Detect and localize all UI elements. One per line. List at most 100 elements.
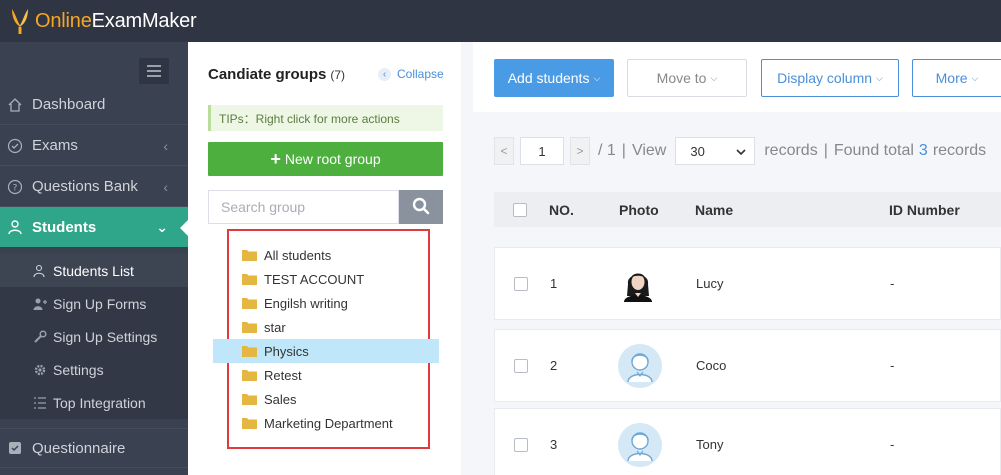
row-checkbox[interactable] (514, 276, 528, 291)
active-indicator (180, 220, 188, 236)
row-no: 1 (550, 276, 558, 291)
sidebar-item-dashboard[interactable]: Dashboard (0, 85, 188, 125)
table-row[interactable]: 1 Lucy - (494, 247, 1001, 320)
move-to-button[interactable]: Move to ⌵ (627, 59, 747, 97)
question-circle-icon: ? (5, 179, 25, 195)
display-column-button[interactable]: Display column ⌵ (761, 59, 899, 97)
search-button[interactable] (399, 190, 443, 224)
student-photo (620, 265, 656, 302)
group-item-label: TEST ACCOUNT (264, 271, 365, 287)
chevron-down-icon (736, 144, 746, 159)
prev-page-button[interactable]: < (494, 137, 514, 165)
group-item-label: Sales (264, 391, 297, 407)
folder-icon (242, 321, 257, 333)
found-total-prefix: Found total (833, 142, 914, 159)
menu-toggle-button[interactable] (139, 58, 169, 84)
default-avatar-icon (618, 422, 662, 467)
total-pages: / 1 (598, 142, 616, 159)
sidebar-subitem-sign-up-forms[interactable]: Sign Up Forms (0, 287, 188, 320)
sidebar-item-label: Dashboard (32, 96, 106, 113)
group-item-label: Retest (264, 367, 302, 383)
student-name: Lucy (696, 276, 724, 291)
search-group-input[interactable] (208, 190, 399, 224)
group-item-all-students[interactable]: All students (213, 243, 439, 267)
svg-text:?: ? (13, 183, 18, 193)
more-label: More (935, 70, 968, 86)
view-label: View (631, 142, 667, 159)
found-total-suffix: records (932, 142, 987, 159)
pagination: < > / 1 | View 30 records | Found total … (494, 137, 986, 165)
groups-count: (7) (330, 68, 346, 82)
gear-icon (32, 363, 48, 377)
column-header-id-number[interactable]: ID Number (889, 202, 960, 218)
student-id-number: - (890, 437, 895, 452)
app-logo-text: OnlineExamMaker (35, 10, 197, 33)
column-header-name[interactable]: Name (695, 202, 733, 218)
table-row[interactable]: 3 Tony - (494, 408, 1001, 475)
sidebar-item-students[interactable]: Students ⌄ (0, 207, 188, 247)
column-header-photo[interactable]: Photo (619, 202, 659, 218)
group-item-star[interactable]: star (213, 315, 439, 339)
chevron-down-icon: ⌄ (156, 218, 168, 235)
group-item-label: All students (264, 247, 332, 263)
row-checkbox[interactable] (514, 358, 528, 373)
add-students-button[interactable]: Add students ⌵ (494, 59, 614, 97)
sidebar-subitem-top-integration[interactable]: Top Integration (0, 386, 188, 419)
main-content: Add students ⌵ Move to ⌵ Display column ⌵ M… (473, 42, 1001, 475)
more-button[interactable]: More ⌵ (912, 59, 1001, 97)
folder-icon (242, 249, 257, 261)
display-column-label: Display column (777, 70, 873, 86)
group-item-physics[interactable]: Physics (213, 339, 439, 363)
records-label: records (764, 142, 818, 159)
sidebar-subitem-sign-up-settings[interactable]: Sign Up Settings (0, 320, 188, 353)
sidebar-item-label: Questionnaire (32, 439, 126, 457)
chevron-down-icon: ⌵ (593, 72, 601, 83)
sidebar-item-questionnaire[interactable]: Questionnaire (0, 428, 188, 468)
sidebar-item-questions-bank[interactable]: ? Questions Bank ‹ (0, 167, 188, 207)
sidebar-subitem-settings[interactable]: Settings (0, 353, 188, 386)
sidebar-item-exams[interactable]: Exams ‹ (0, 126, 188, 166)
column-header-no[interactable]: NO. (549, 202, 574, 218)
home-icon (5, 97, 25, 113)
group-item-marketing-department[interactable]: Marketing Department (213, 411, 439, 435)
group-item-label: Engilsh writing (264, 295, 348, 311)
page-size-select[interactable]: 30 (675, 137, 756, 165)
group-item-test-account[interactable]: TEST ACCOUNT (213, 267, 439, 291)
group-item-label: star (264, 319, 286, 335)
sidebar-subitem-label: Students List (53, 262, 134, 279)
group-item-label: Physics (264, 343, 309, 359)
collapse-button[interactable]: ‹ Collapse (378, 67, 444, 81)
brand-suffix: ExamMaker (91, 9, 197, 32)
sidebar-subitem-students-list[interactable]: Students List (0, 254, 188, 287)
sidebar-subitem-label: Top Integration (53, 394, 146, 411)
chevron-left-icon: ‹ (378, 67, 391, 81)
students-submenu: Students List Sign Up Forms Sign Up Sett… (0, 254, 188, 419)
chevron-down-icon: ⌵ (876, 72, 883, 83)
row-no: 3 (550, 437, 558, 452)
group-item-english-writing[interactable]: Engilsh writing (213, 291, 439, 315)
default-avatar-icon (618, 343, 662, 388)
select-all-checkbox[interactable] (513, 202, 527, 217)
collapse-label: Collapse (397, 67, 444, 81)
table-row[interactable]: 2 Coco - (494, 329, 1001, 402)
chevron-left-icon: ‹ (163, 137, 168, 154)
app-logo[interactable]: OnlineExamMaker (8, 6, 197, 36)
search-icon (412, 197, 430, 218)
tips-banner: TIPs：Right click for more actions (208, 105, 443, 131)
sidebar: Dashboard Exams ‹ ? Questions Bank ‹ Stu… (0, 42, 188, 475)
plus-icon: + (270, 149, 281, 169)
chevron-down-icon: ⌵ (971, 72, 979, 83)
group-item-sales[interactable]: Sales (213, 387, 439, 411)
group-item-retest[interactable]: Retest (213, 363, 439, 387)
sidebar-item-label: Students (32, 218, 97, 236)
folder-icon (242, 345, 257, 357)
page-number-input[interactable] (520, 137, 564, 165)
group-search (208, 190, 443, 224)
next-page-button[interactable]: > (570, 137, 590, 165)
row-checkbox[interactable] (514, 437, 528, 452)
folder-icon (242, 273, 257, 285)
brand-prefix: Online (35, 9, 92, 32)
group-item-label: Marketing Department (264, 415, 393, 431)
pager-separator: | (621, 142, 626, 159)
new-root-group-button[interactable]: + New root group (208, 142, 443, 176)
